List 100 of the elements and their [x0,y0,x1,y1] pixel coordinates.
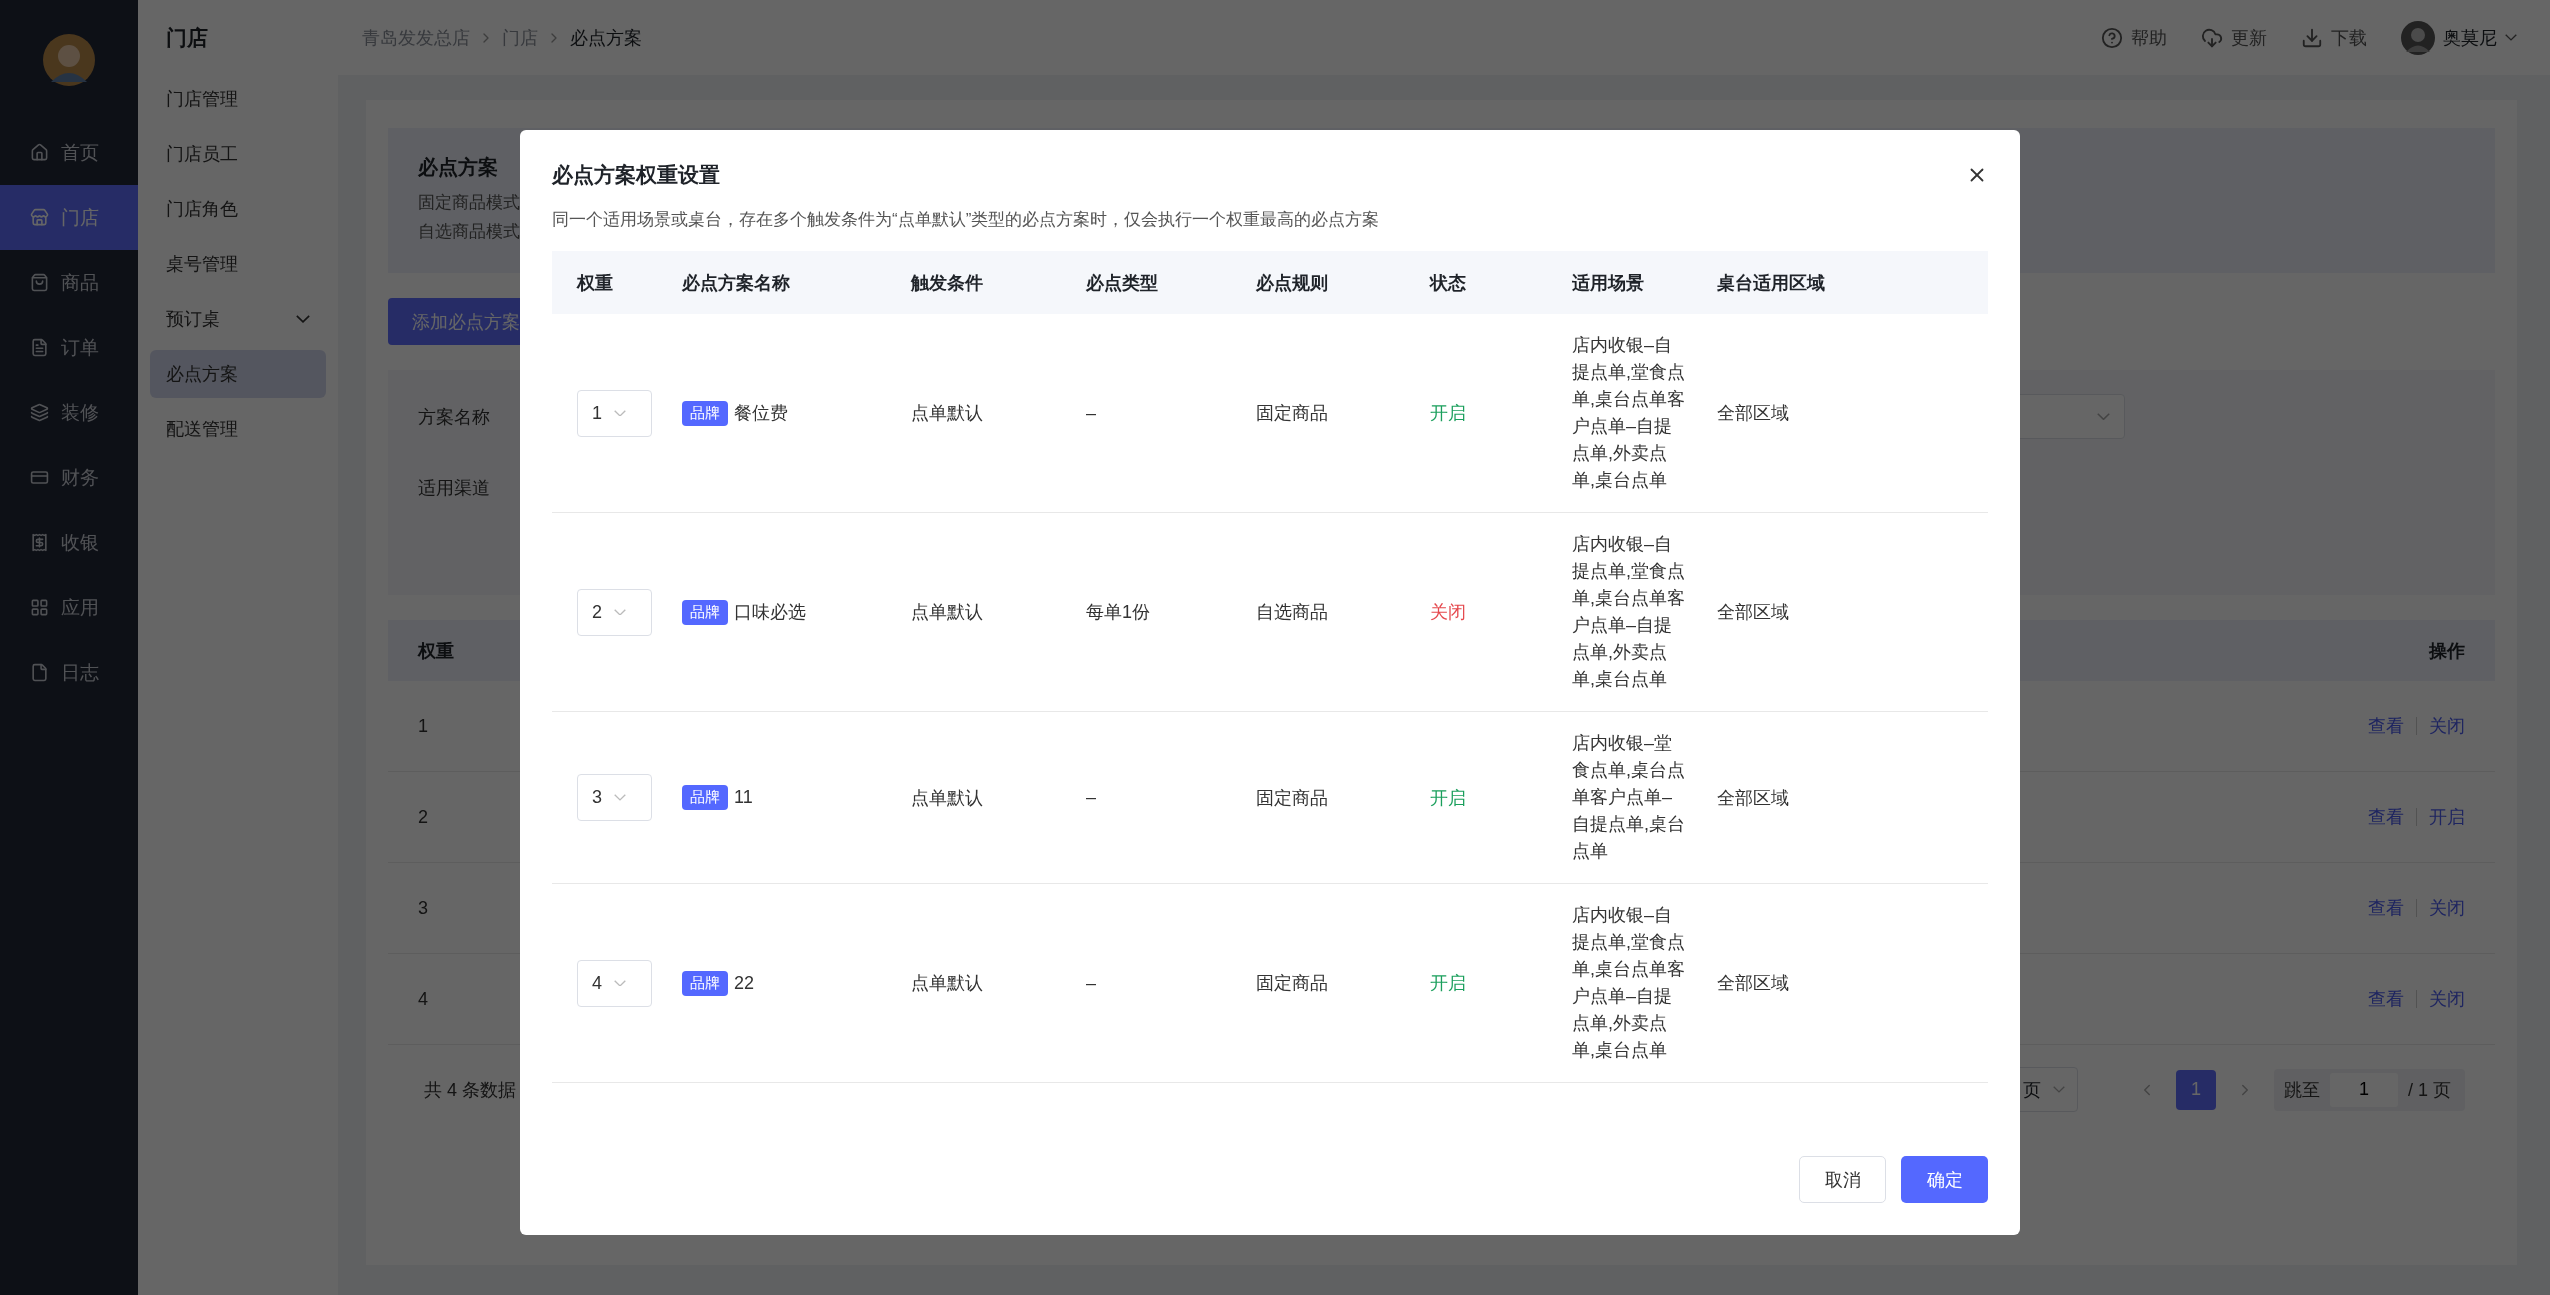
sidebar-item[interactable]: 应用 [0,575,138,640]
brand-tag: 品牌 [682,785,728,810]
cancel-button[interactable]: 取消 [1799,1156,1886,1203]
status-text: 关闭 [1430,601,1466,624]
intro-title: 必点方案 [418,155,498,180]
submenu-item[interactable]: 门店员工 [150,130,326,178]
chevron-down-icon [614,608,626,616]
status-text: 开启 [1430,402,1466,425]
weight-select[interactable]: 4 [577,959,652,1007]
shopping-bag-icon [30,273,49,292]
column-header: 适用场景 [1572,271,1644,295]
column-header: 触发条件 [911,271,983,295]
table-cell-text: 固定商品 [1256,402,1328,425]
chevron-down-icon [614,794,626,801]
table-cell-text: 店内收银–自提点单,堂食点单,桌台点单客户点单–自提点单,外卖点单,桌台点单 [1572,904,1686,1062]
table-cell-text: 点单默认 [911,972,983,995]
column-header: 操作 [2429,639,2465,663]
chevron-down-icon [296,315,310,323]
filter-label: 适用渠道 [418,476,490,500]
total-count: 共 4 条数据 [424,1078,516,1102]
brand-tag: 品牌 [682,400,728,426]
submenu-item[interactable]: 桌号管理 [150,240,326,288]
grid-icon [30,598,49,617]
table-cell-text: 全部区域 [1717,972,1789,995]
dialog-title: 必点方案权重设置 [552,162,720,188]
submenu-title: 门店 [165,24,209,51]
action-link[interactable]: 查看 [2368,714,2404,738]
action-link[interactable]: 关闭 [2429,714,2465,738]
weight-select[interactable]: 1 [577,389,652,437]
column-header: 必点类型 [1086,271,1158,295]
table-cell: 4 [418,988,428,1010]
layers-icon [30,403,49,422]
brand-tag: 品牌 [682,599,728,625]
sidebar-item[interactable]: 门店 [0,185,138,250]
page-button[interactable]: 1 [2176,1069,2216,1110]
help-icon [2101,26,2123,49]
table-cell: – [1086,787,1096,808]
intro-text: 自选商品模式 [418,221,520,243]
column-header: 桌台适用区域 [1717,271,1825,295]
breadcrumb-link[interactable]: 必点方案 [570,25,642,50]
page-input[interactable]: 1 [2330,1072,2398,1107]
avatar [2401,20,2435,55]
plan-name: 22 [734,972,755,994]
brand-tag: 品牌 [682,970,728,996]
sidebar-item[interactable]: 装修 [0,380,138,445]
table-cell-text: 点单默认 [911,402,983,425]
weight-select[interactable]: 2 [577,588,652,636]
table-cell-text: 每单1份 [1086,601,1150,624]
submenu-item[interactable]: 配送管理 [150,405,326,453]
action-link[interactable]: 开启 [2429,805,2465,829]
sidebar-item[interactable]: 商品 [0,250,138,315]
page-total: / 1 页 [2408,1078,2451,1102]
cloud-download-icon [2201,26,2223,49]
table-cell: – [1086,972,1096,994]
table-cell-text: 全部区域 [1717,601,1789,624]
column-header: 必点规则 [1256,271,1328,295]
column-header: 状态 [1430,271,1466,295]
column-header: 权重 [418,639,454,663]
action-link[interactable]: 关闭 [2429,987,2465,1011]
table-cell-text: 店内收银–自提点单,堂食点单,桌台点单客户点单–自提点单,外卖点单,桌台点单 [1572,533,1686,691]
table-cell-text: 店内收银–自提点单,堂食点单,桌台点单客户点单–自提点单,外卖点单,桌台点单 [1572,334,1686,492]
submenu-item[interactable]: 门店管理 [150,75,326,123]
user-menu[interactable]: 奥莫尼 [2401,20,2517,55]
table-cell-text: 固定商品 [1256,972,1328,995]
submenu-item[interactable]: 门店角色 [150,185,326,233]
weight-select[interactable]: 3 [577,774,652,821]
table-cell: – [1086,402,1096,424]
submenu-item[interactable]: 预订桌 [150,295,326,343]
action-link[interactable]: 查看 [2368,987,2404,1011]
chevron-down-icon [614,409,626,417]
sidebar-item[interactable]: 日志 [0,640,138,705]
table-cell-text: 点单默认 [911,786,983,810]
header-action[interactable]: 帮助 [2101,25,2167,50]
plan-name: 餐位费 [734,402,788,425]
action-link[interactable]: 关闭 [2429,896,2465,920]
filter-label: 方案名称 [418,405,490,429]
submenu-item[interactable]: 必点方案 [150,350,326,398]
header-action[interactable]: 下载 [2301,25,2367,50]
table-cell: 1 [418,715,428,737]
sidebar-item[interactable]: 收银 [0,510,138,575]
table-cell: 2 [418,806,428,828]
sidebar-item[interactable]: 首页 [0,120,138,185]
confirm-button[interactable]: 确定 [1901,1156,1988,1203]
status-text: 开启 [1430,972,1466,995]
table-cell-text: 固定商品 [1256,786,1328,810]
chevron-down-icon [2053,1086,2065,1093]
action-link[interactable]: 查看 [2368,805,2404,829]
table-cell-text: 点单默认 [911,601,983,624]
header-action[interactable]: 更新 [2201,25,2267,50]
sidebar-item[interactable]: 财务 [0,445,138,510]
column-header: 必点方案名称 [682,271,790,295]
table-cell-text: 全部区域 [1717,402,1789,425]
document-icon [30,338,49,357]
action-link[interactable]: 查看 [2368,896,2404,920]
receipt-icon [30,533,49,552]
plan-name: 口味必选 [734,601,806,624]
column-header: 权重 [577,271,613,295]
download-icon [2301,26,2323,49]
dialog-description: 同一个适用场景或桌台，存在多个触发条件为“点单默认”类型的必点方案时，仅会执行一个权重最高的必点方案 [552,209,1381,231]
sidebar-item[interactable]: 订单 [0,315,138,380]
